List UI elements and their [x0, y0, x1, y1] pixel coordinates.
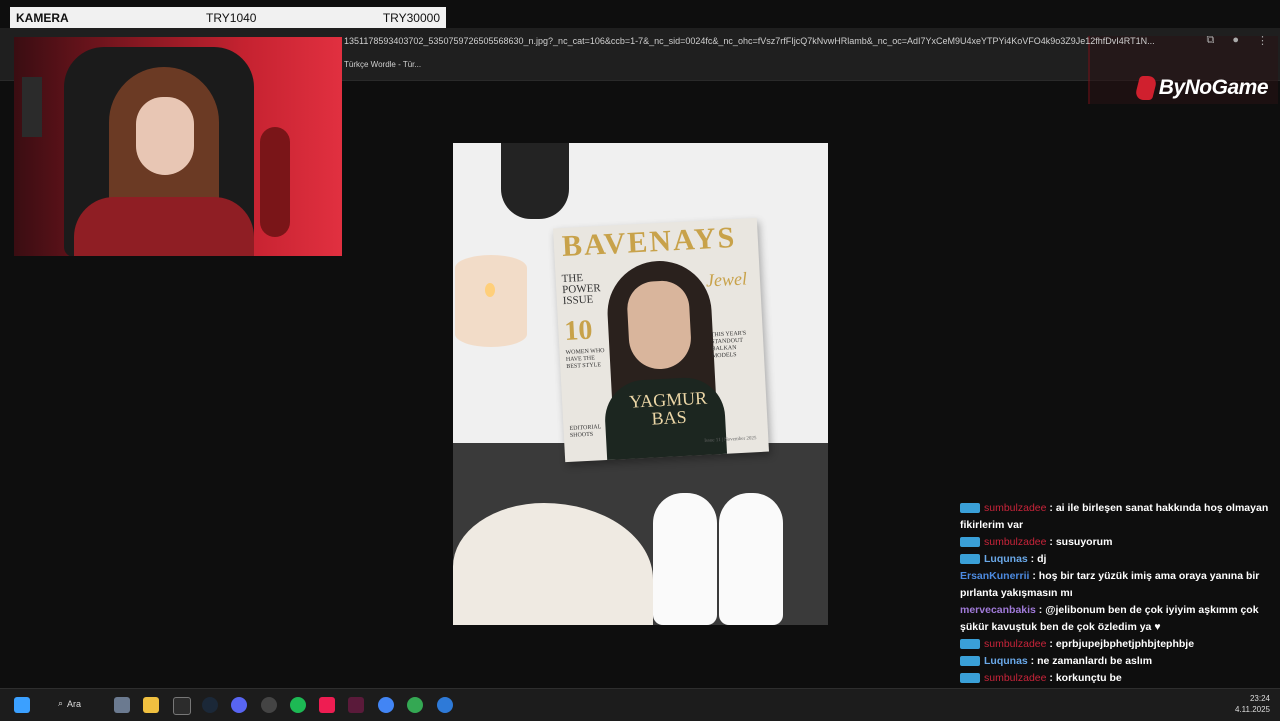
menu-icon[interactable]: ⋮ — [1257, 34, 1268, 47]
chat-message: sumbulzadee : eprbjupejbphetjphbjtephbje — [960, 636, 1278, 653]
chrome-icon[interactable] — [378, 697, 394, 713]
chat-message: Luqunas : ne zamanlardı be aslım — [960, 653, 1278, 670]
donation-amount-2: TRY30000 — [382, 10, 440, 25]
streamer-face — [136, 97, 194, 175]
browser-actions: ⧉ ● ⋮ — [1206, 34, 1268, 47]
badge-icon — [960, 503, 980, 514]
magazine-left-heading: THE POWER ISSUE — [561, 272, 602, 308]
calculator-icon[interactable] — [114, 697, 130, 713]
chat-username[interactable]: sumbulzadee — [984, 638, 1046, 650]
chat-username[interactable]: sumbulzadee — [984, 502, 1046, 514]
windows-taskbar: ⌕ Ara 23:24 4.11.2025 — [0, 688, 1280, 721]
address-bar[interactable]: 1351178593403702_5350759726505568630_n.j… — [344, 36, 1156, 50]
badge-icon — [960, 554, 980, 565]
logo-mark-icon — [1133, 76, 1158, 100]
discord-icon[interactable] — [231, 697, 247, 713]
magazine-photo: BAVENAYS THE POWER ISSUE 10 WOMEN WHO HA… — [453, 143, 828, 625]
streamer-shirt — [74, 197, 254, 256]
spotify-icon[interactable] — [290, 697, 306, 713]
bookmark-item[interactable]: Türkçe Wordle - Tür... — [344, 60, 421, 69]
taskbar-search[interactable]: ⌕ Ara — [58, 698, 81, 709]
search-icon: ⌕ — [58, 698, 64, 708]
chat-text: dj — [1037, 553, 1047, 565]
cover-name: YAGMUR BAS — [628, 387, 708, 429]
chat-message: sumbulzadee : ai ile birleşen sanat hakk… — [960, 502, 1269, 531]
magazine-right-sub: THIS YEAR'S STANDOUT BALKAN MODELS — [710, 330, 747, 360]
magazine-title: BAVENAYS — [561, 220, 738, 264]
badge-icon — [960, 673, 980, 684]
badge-icon — [960, 656, 980, 667]
chat-message: ErsanKunerrii : hoş bir tarz yüzük imiş … — [960, 570, 1260, 599]
chat-username[interactable]: Luqunas — [984, 553, 1028, 565]
logo-text: ByNoGame — [1158, 76, 1269, 99]
chat-text: korkunçtu be — [1055, 672, 1122, 684]
candle — [455, 255, 527, 347]
clock-date: 4.11.2025 — [1235, 705, 1270, 714]
network-app-icon[interactable] — [437, 697, 453, 713]
chat-message: sumbulzadee : korkunçtu be — [960, 670, 1278, 687]
chat-message: mervecanbakis : @jelibonum ben de çok iy… — [960, 604, 1259, 633]
wall-poster — [22, 77, 42, 137]
epic-games-icon[interactable] — [173, 697, 191, 715]
app-icon[interactable] — [348, 697, 364, 713]
file-explorer-icon[interactable] — [143, 697, 159, 713]
donation-amount-1: TRY1040 — [206, 10, 257, 25]
cover-model-face — [625, 279, 693, 371]
magazine-cover: BAVENAYS THE POWER ISSUE 10 WOMEN WHO HA… — [553, 217, 769, 463]
pen-cup — [501, 143, 569, 219]
chat-text: susuyorum — [1055, 536, 1113, 548]
slipper-left — [653, 493, 717, 625]
camera-label: KAMERA — [16, 10, 69, 25]
tiktok-icon[interactable] — [319, 697, 335, 713]
guitar — [260, 127, 290, 237]
bynogame-logo: ByNoGame — [1133, 76, 1269, 100]
clock-time: 23:24 — [1249, 694, 1270, 703]
profile-icon[interactable]: ● — [1232, 34, 1239, 47]
chat-message: Luqunas : dj — [960, 551, 1278, 568]
magazine-number: 10 — [563, 314, 594, 348]
magazine-right-word: Jewel — [705, 268, 748, 291]
chat-username[interactable]: mervecanbakis — [960, 604, 1036, 616]
badge-icon — [960, 537, 980, 548]
badge-icon — [960, 639, 980, 650]
magazine-left-sub: WOMEN WHO HAVE THE BEST STYLE — [565, 347, 605, 370]
chat-username[interactable]: sumbulzadee — [984, 672, 1046, 684]
obs-icon[interactable] — [261, 697, 277, 713]
slipper-right — [719, 493, 783, 625]
steam-icon[interactable] — [202, 697, 218, 713]
extensions-icon[interactable]: ⧉ — [1206, 34, 1214, 47]
chrome-profile-icon[interactable] — [407, 697, 423, 713]
stream-overlay-bar: KAMERA TRY1040 TRY30000 — [10, 7, 446, 28]
system-clock[interactable]: 23:24 4.11.2025 — [1235, 693, 1270, 715]
chat-text: ne zamanlardı be aslım — [1037, 655, 1153, 667]
chat-username[interactable]: Luqunas — [984, 655, 1028, 667]
chat-text: eprbjupejbphetjphbjtephbje — [1055, 638, 1195, 650]
chat-username[interactable]: ErsanKunerrii — [960, 570, 1029, 582]
windows-start-icon[interactable] — [14, 697, 30, 713]
chat-username[interactable]: sumbulzadee — [984, 536, 1046, 548]
search-label: Ara — [67, 698, 82, 709]
chat-panel: sumbulzadee : ai ile birleşen sanat hakk… — [960, 500, 1278, 720]
webcam-feed — [14, 37, 342, 256]
magazine-editorial: EDITORIAL SHOOTS — [569, 424, 602, 439]
chat-message: sumbulzadee : susuyorum — [960, 534, 1278, 551]
candle-flame — [485, 283, 495, 297]
